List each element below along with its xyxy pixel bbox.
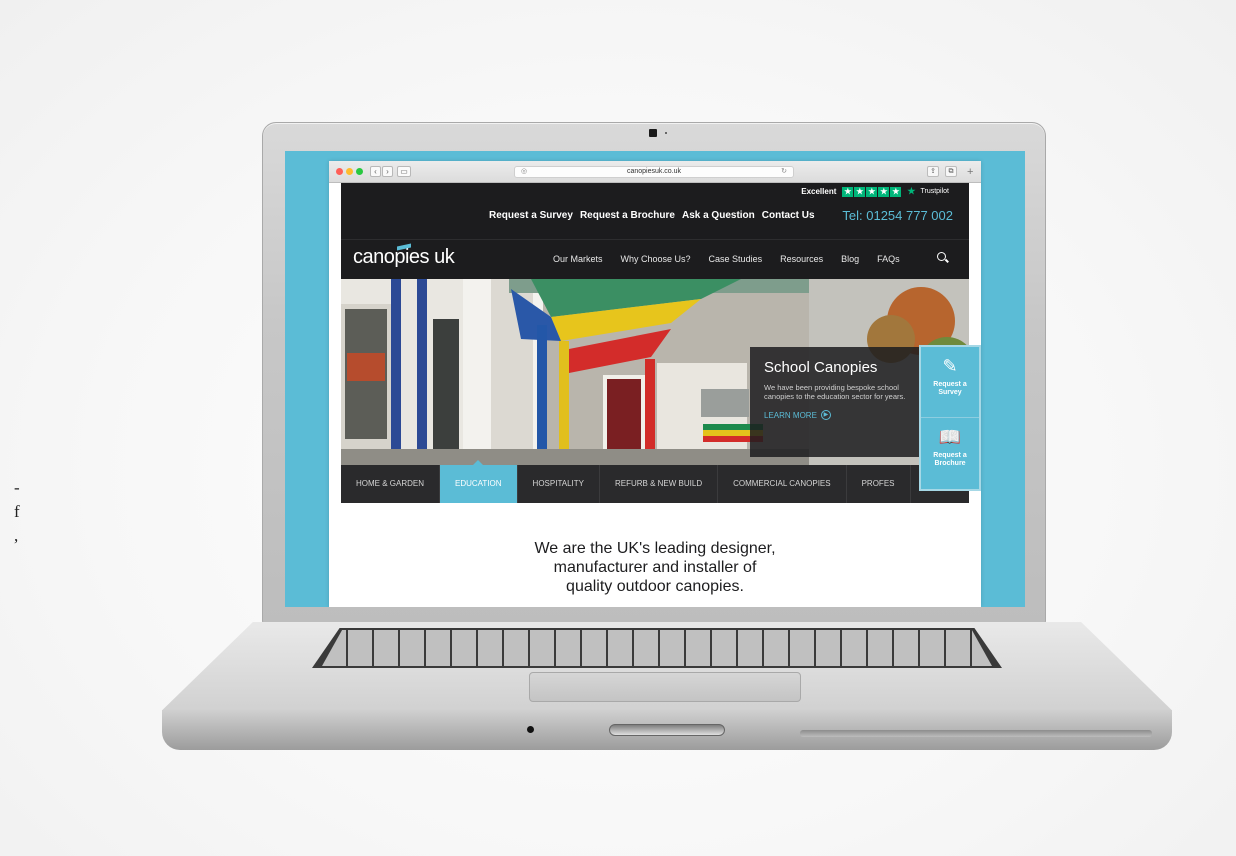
tab-refurb-new-build[interactable]: REFURB & NEW BUILD <box>600 465 719 503</box>
star-icon: ★ <box>878 186 890 197</box>
nav-item-why-choose-us[interactable]: Why Choose Us? <box>621 254 691 264</box>
cropped-text-line: - <box>14 478 20 497</box>
hero-description: We have been providing bespoke school ca… <box>764 383 906 401</box>
star-icon: ★ <box>866 186 878 197</box>
nav-item-blog[interactable]: Blog <box>841 254 859 264</box>
learn-more-label: LEARN MORE <box>764 410 817 420</box>
camera-led <box>665 132 667 134</box>
laptop-lid: ‹ › ▭ ◎ canopiesuk.co.uk ↻ ⇪ ⧉ + Excelle… <box>262 122 1046 625</box>
close-window-button[interactable] <box>336 168 343 175</box>
site-logo[interactable]: canopies uk <box>353 246 455 269</box>
intro-statement: We are the UK's leading designer, manufa… <box>341 503 969 607</box>
laptop-screen: ‹ › ▭ ◎ canopiesuk.co.uk ↻ ⇪ ⧉ + Excelle… <box>285 151 1025 607</box>
product-mockup-stage: - f , ‹ › ▭ ◎ canopiesuk.co.uk ↻ ⇪ ⧉ + E… <box>0 0 1236 856</box>
play-circle-icon: ▶ <box>820 410 831 420</box>
phone-number[interactable]: Tel: 01254 777 002 <box>842 208 953 223</box>
cta-label: Request a Brochure <box>933 452 967 467</box>
shield-icon: ◎ <box>521 168 528 175</box>
reload-icon[interactable]: ↻ <box>781 167 787 177</box>
book-icon: 📖 <box>938 427 962 447</box>
trustpilot-brand: Trustpilot <box>920 188 949 195</box>
star-icon: ★ <box>890 186 902 197</box>
trackpad <box>529 672 801 702</box>
vent-grille <box>800 730 1152 737</box>
side-cta-panel: ✎ Request a Survey 📖 Request a Brochure <box>919 345 981 491</box>
browser-toolbar: ‹ › ▭ ◎ canopiesuk.co.uk ↻ ⇪ ⧉ + <box>329 161 981 183</box>
intro-line: manufacturer and installer of <box>553 559 757 576</box>
request-survey-button[interactable]: ✎ Request a Survey <box>921 347 979 418</box>
rating-label: Excellent <box>801 187 837 196</box>
cropped-text-line: f <box>14 502 20 521</box>
tab-professional[interactable]: PROFES <box>847 465 911 503</box>
keyboard-keys <box>322 630 992 666</box>
hero-banner: School Canopies We have been providing b… <box>341 279 969 465</box>
trustpilot-rating[interactable]: Excellent ★ ★ ★ ★ ★ ★ Trustpilot <box>801 186 949 197</box>
chevron-left-icon[interactable]: ‹ <box>370 166 381 177</box>
tab-home-garden[interactable]: HOME & GARDEN <box>341 465 441 503</box>
search-icon[interactable] <box>937 252 946 261</box>
ask-question-link[interactable]: Ask a Question <box>682 210 755 221</box>
intro-line: quality outdoor canopies. <box>566 578 744 595</box>
nav-item-our-markets[interactable]: Our Markets <box>553 254 603 264</box>
hero-caption-panel: School Canopies We have been providing b… <box>750 347 946 457</box>
nav-item-faqs[interactable]: FAQs <box>877 254 900 264</box>
address-bar[interactable]: ◎ canopiesuk.co.uk ↻ <box>514 166 794 178</box>
maximize-window-button[interactable] <box>356 168 363 175</box>
sidebar-toggle-icon[interactable]: ▭ <box>397 166 411 177</box>
camera-icon <box>649 129 657 137</box>
trustpilot-star-icon: ★ <box>907 186 916 196</box>
nav-item-resources[interactable]: Resources <box>780 254 823 264</box>
laptop-base <box>162 622 1172 754</box>
star-icon: ★ <box>854 186 866 197</box>
browser-window: ‹ › ▭ ◎ canopiesuk.co.uk ↻ ⇪ ⧉ + Excelle… <box>329 161 981 607</box>
request-brochure-link[interactable]: Request a Brochure <box>580 210 675 221</box>
cropped-side-text: - f , <box>14 476 20 548</box>
tabs-overview-icon[interactable]: ⧉ <box>945 166 957 177</box>
tab-hospitality[interactable]: HOSPITALITY <box>518 465 600 503</box>
tab-education[interactable]: EDUCATION <box>440 460 518 503</box>
share-icon[interactable]: ⇪ <box>927 166 939 177</box>
minimize-window-button[interactable] <box>346 168 353 175</box>
request-survey-link[interactable]: Request a Survey <box>489 210 573 221</box>
category-tabs: HOME & GARDEN EDUCATION HOSPITALITY REFU… <box>341 460 969 503</box>
utility-links: Request a Survey Request a Brochure Ask … <box>489 210 815 221</box>
nav-item-case-studies[interactable]: Case Studies <box>709 254 763 264</box>
contact-us-link[interactable]: Contact Us <box>762 210 815 221</box>
cropped-text-line: , <box>14 526 19 545</box>
cta-label: Request a Survey <box>933 381 967 396</box>
intro-line: We are the UK's leading designer, <box>534 540 776 557</box>
tab-commercial-canopies[interactable]: COMMERCIAL CANOPIES <box>718 465 847 503</box>
url-text: canopiesuk.co.uk <box>626 168 682 175</box>
pencil-icon: ✎ <box>942 356 958 376</box>
main-navigation: canopies uk Our Markets Why Choose Us? C… <box>341 239 969 279</box>
request-brochure-button[interactable]: 📖 Request a Brochure <box>921 418 979 489</box>
optical-drive-slot <box>609 724 725 736</box>
ir-sensor <box>527 726 534 733</box>
rating-stars: ★ ★ ★ ★ ★ <box>842 186 902 197</box>
star-icon: ★ <box>842 186 854 197</box>
chevron-right-icon[interactable]: › <box>382 166 393 177</box>
new-tab-icon[interactable]: + <box>967 166 973 178</box>
nav-menu: Our Markets Why Choose Us? Case Studies … <box>553 254 900 264</box>
hero-title: School Canopies <box>764 359 878 376</box>
learn-more-link[interactable]: LEARN MORE ▶ <box>764 410 932 420</box>
site-top-bar: Excellent ★ ★ ★ ★ ★ ★ Trustpilot Request… <box>341 183 969 239</box>
